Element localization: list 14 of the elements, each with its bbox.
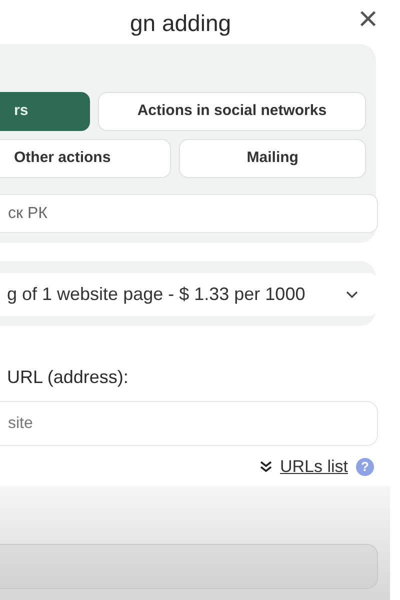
url-input[interactable]: site	[0, 401, 378, 446]
category-button[interactable]: Actions in social networks	[98, 92, 366, 131]
tariff-select[interactable]: g of 1 website page - $ 1.33 per 1000	[0, 273, 378, 316]
category-button[interactable]: Mailing	[179, 139, 366, 178]
name-field[interactable]: ск РК	[0, 194, 378, 233]
double-chevron-down-icon	[260, 460, 272, 473]
field-label: URL (address):	[6, 366, 130, 389]
chevron-down-icon	[346, 290, 358, 298]
close-button[interactable]: ×	[358, 2, 378, 36]
input-field[interactable]	[0, 544, 378, 589]
dialog-title: gn adding	[130, 9, 232, 38]
urls-list-link[interactable]: URLs list	[280, 454, 348, 480]
category-button[interactable]: rs	[0, 92, 90, 131]
category-button[interactable]: Other actions	[0, 139, 172, 178]
